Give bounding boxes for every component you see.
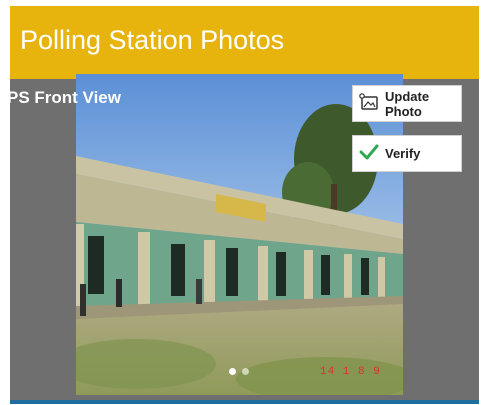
photo-timestamp: 14 1 8 9 bbox=[320, 366, 381, 378]
accent-bar bbox=[10, 400, 479, 404]
header-bar: Polling Station Photos bbox=[10, 6, 479, 79]
page-title: Polling Station Photos bbox=[20, 25, 285, 55]
verify-label: Verify bbox=[385, 146, 421, 161]
photo-label: PS Front View bbox=[7, 88, 121, 107]
photo-image bbox=[76, 74, 403, 395]
photo-update-icon bbox=[359, 93, 379, 114]
checkmark-icon bbox=[359, 143, 379, 164]
update-photo-button[interactable]: Update Photo bbox=[352, 85, 462, 122]
polling-station-photo[interactable] bbox=[76, 74, 403, 395]
carousel-dot-2[interactable] bbox=[242, 368, 249, 375]
carousel-dot-1[interactable] bbox=[229, 368, 236, 375]
update-photo-label: Update Photo bbox=[385, 88, 430, 119]
verify-button[interactable]: Verify bbox=[352, 135, 462, 172]
carousel-indicator bbox=[229, 368, 249, 375]
